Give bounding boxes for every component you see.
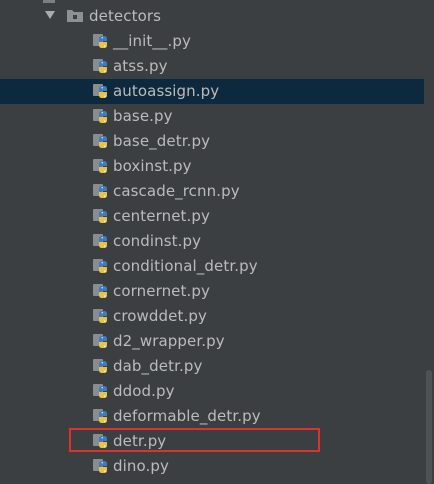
file-label: centernet.py <box>113 207 210 225</box>
folder-label: detectors <box>89 7 162 25</box>
file-row[interactable]: centernet.py <box>0 204 424 229</box>
python-file-icon <box>92 258 109 275</box>
project-tree: detectors __init__.py atss.py autoassign… <box>0 0 434 484</box>
file-row[interactable]: autoassign.py <box>0 79 424 104</box>
python-file-icon <box>92 158 109 175</box>
python-file-icon <box>92 458 109 475</box>
file-label: boxinst.py <box>113 157 192 175</box>
file-row[interactable]: cascade_rcnn.py <box>0 179 424 204</box>
file-label: base.py <box>113 107 173 125</box>
file-row[interactable]: __init__.py <box>0 29 424 54</box>
file-label: dino.py <box>113 457 169 475</box>
file-row[interactable]: base.py <box>0 104 424 129</box>
file-row[interactable]: d2_wrapper.py <box>0 329 424 354</box>
python-file-icon <box>92 383 109 400</box>
python-file-icon <box>92 358 109 375</box>
folder-icon <box>67 10 83 22</box>
file-label: autoassign.py <box>113 82 220 100</box>
python-file-icon <box>92 133 109 150</box>
python-file-icon <box>92 233 109 250</box>
python-file-icon <box>92 183 109 200</box>
file-label: dab_detr.py <box>113 357 203 375</box>
python-file-icon <box>92 408 109 425</box>
file-label: cascade_rcnn.py <box>113 182 240 200</box>
file-label: deformable_detr.py <box>113 407 261 425</box>
file-label: __init__.py <box>113 32 191 50</box>
parent-row-fragment <box>43 0 55 3</box>
python-file-icon <box>92 433 109 450</box>
python-file-icon <box>92 283 109 300</box>
file-label: crowddet.py <box>113 307 207 325</box>
python-file-icon <box>92 58 109 75</box>
file-row[interactable]: atss.py <box>0 54 424 79</box>
file-row[interactable]: detr.py <box>0 428 424 454</box>
file-label: ddod.py <box>113 382 175 400</box>
python-file-icon <box>92 333 109 350</box>
python-file-icon <box>92 33 109 50</box>
file-row[interactable]: boxinst.py <box>0 154 424 179</box>
file-row[interactable]: condinst.py <box>0 229 424 254</box>
file-label: d2_wrapper.py <box>113 332 225 350</box>
file-label: condinst.py <box>113 232 202 250</box>
file-row[interactable]: cornernet.py <box>0 279 424 304</box>
file-row[interactable]: ddod.py <box>0 379 424 404</box>
python-file-icon <box>92 108 109 125</box>
file-row[interactable]: conditional_detr.py <box>0 254 424 279</box>
file-label: atss.py <box>113 57 168 75</box>
python-file-icon <box>92 208 109 225</box>
python-file-icon <box>92 308 109 325</box>
file-row[interactable]: crowddet.py <box>0 304 424 329</box>
file-label: base_detr.py <box>113 132 211 150</box>
chevron-down-icon[interactable] <box>44 9 56 21</box>
python-file-icon <box>92 83 109 100</box>
file-row[interactable]: dino.py <box>0 454 424 479</box>
file-label: detr.py <box>113 432 167 450</box>
file-label: conditional_detr.py <box>113 257 258 275</box>
vertical-scrollbar[interactable] <box>426 370 432 484</box>
folder-row-detectors[interactable]: detectors <box>0 4 424 29</box>
file-row[interactable]: deformable_detr.py <box>0 404 424 429</box>
file-label: cornernet.py <box>113 282 210 300</box>
file-row[interactable]: base_detr.py <box>0 129 424 154</box>
file-row[interactable]: dab_detr.py <box>0 354 424 379</box>
